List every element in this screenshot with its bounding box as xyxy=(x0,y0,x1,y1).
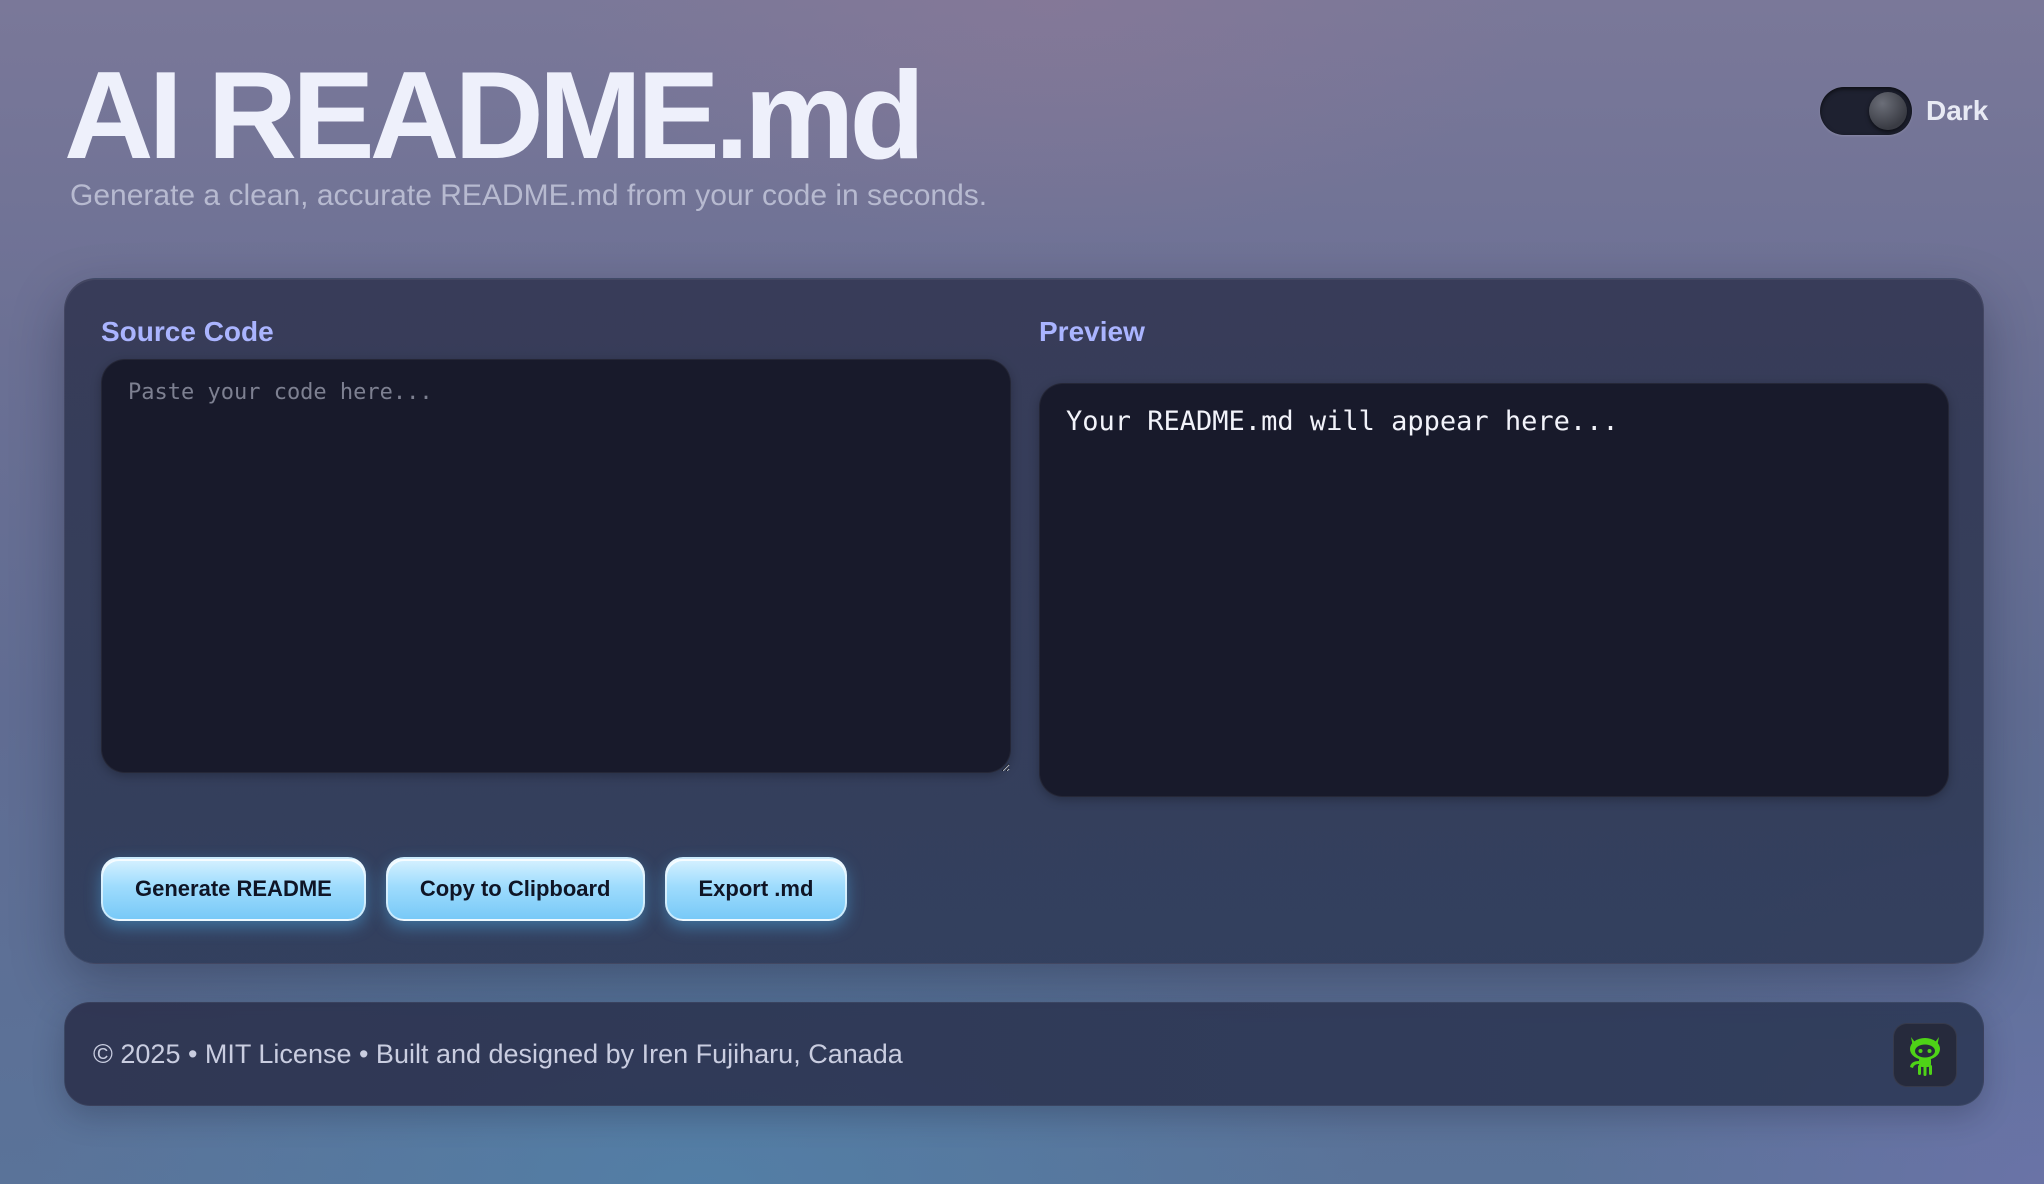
page-subtitle: Generate a clean, accurate README.md fro… xyxy=(70,179,988,212)
theme-toggle-switch[interactable] xyxy=(1820,87,1912,135)
github-link-button[interactable] xyxy=(1893,1023,1957,1087)
footer: © 2025 • MIT License • Built and designe… xyxy=(64,1002,1984,1106)
footer-credits: © 2025 • MIT License • Built and designe… xyxy=(93,1039,903,1069)
export-md-button[interactable]: Export .md xyxy=(664,857,848,921)
toggle-knob[interactable] xyxy=(1869,92,1907,130)
source-code-label: Source Code xyxy=(101,316,274,347)
page-title: AI README.md xyxy=(64,47,925,185)
action-buttons: Generate README Copy to Clipboard Export… xyxy=(101,857,848,921)
generate-readme-button[interactable]: Generate README xyxy=(101,857,366,921)
preview-label: Preview xyxy=(1039,316,1145,347)
preview-placeholder-text: Your README.md will appear here... xyxy=(1066,406,1619,437)
copy-to-clipboard-button[interactable]: Copy to Clipboard xyxy=(385,857,645,921)
source-code-input[interactable] xyxy=(101,359,1011,773)
theme-toggle-label: Dark xyxy=(1926,95,1989,126)
theme-toggle-control[interactable]: Dark xyxy=(1820,86,1988,136)
github-octocat-icon xyxy=(1910,1037,1940,1076)
preview-panel: Your README.md will appear here... xyxy=(1039,383,1949,797)
main-card: Source Code Preview Your README.md will … xyxy=(64,278,1984,964)
